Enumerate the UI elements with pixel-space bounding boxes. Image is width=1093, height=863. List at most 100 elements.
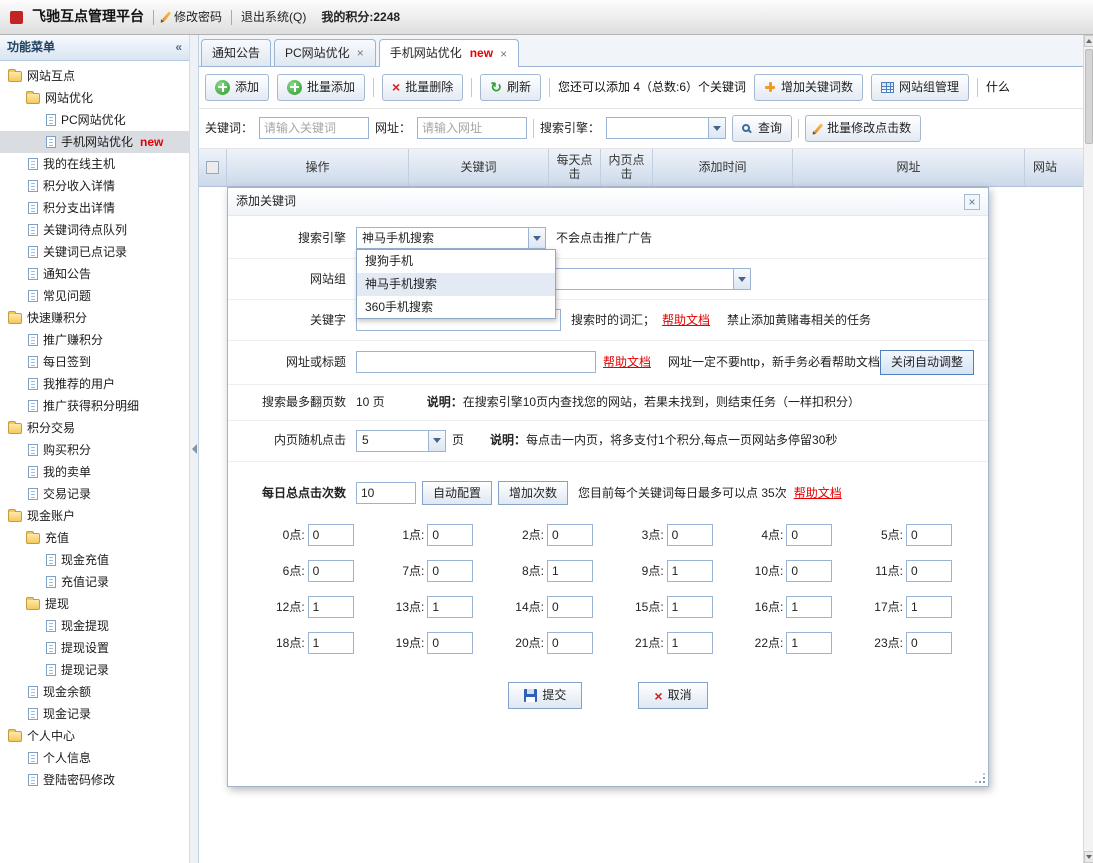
- batch-add-button[interactable]: 批量添加: [277, 74, 365, 101]
- daily-total-input[interactable]: [356, 482, 416, 504]
- sidebar-item[interactable]: 我推荐的用户: [0, 373, 189, 395]
- sidebar-item[interactable]: 个人中心: [0, 725, 189, 747]
- url-or-title-input[interactable]: [356, 351, 596, 373]
- collapse-sidebar-button[interactable]: «: [175, 39, 182, 56]
- sidebar-item[interactable]: 每日签到: [0, 351, 189, 373]
- submit-button[interactable]: 提交: [508, 682, 582, 709]
- sidebar-item[interactable]: 推广赚积分: [0, 329, 189, 351]
- help-what-link[interactable]: 什么: [986, 79, 1010, 96]
- tab-1[interactable]: PC网站优化×: [274, 39, 376, 66]
- sidebar-splitter[interactable]: [190, 35, 199, 863]
- sidebar-item[interactable]: 充值记录: [0, 571, 189, 593]
- hour-input[interactable]: [786, 524, 832, 546]
- sidebar-item[interactable]: 交易记录: [0, 483, 189, 505]
- scroll-up-button[interactable]: [1084, 35, 1093, 47]
- help-doc-link[interactable]: 帮助文档: [603, 354, 651, 371]
- hour-input[interactable]: [667, 524, 713, 546]
- hour-input[interactable]: [786, 596, 832, 618]
- sidebar-item[interactable]: PC网站优化: [0, 109, 189, 131]
- close-auto-adjust-button[interactable]: 关闭自动调整: [880, 350, 974, 375]
- hour-input[interactable]: [427, 596, 473, 618]
- hour-input[interactable]: [547, 524, 593, 546]
- sidebar-item[interactable]: 现金提现: [0, 615, 189, 637]
- dropdown-option[interactable]: 搜狗手机: [357, 250, 555, 273]
- hour-input[interactable]: [667, 596, 713, 618]
- sidebar-item[interactable]: 我的在线主机: [0, 153, 189, 175]
- engine-select[interactable]: 神马手机搜索 搜狗手机神马手机搜索360手机搜索: [356, 227, 546, 249]
- batch-delete-button[interactable]: × 批量删除: [382, 74, 463, 101]
- hour-input[interactable]: [427, 632, 473, 654]
- hour-input[interactable]: [906, 524, 952, 546]
- hour-input[interactable]: [786, 632, 832, 654]
- engine-filter-select[interactable]: [606, 117, 726, 139]
- sidebar-item[interactable]: 提现记录: [0, 659, 189, 681]
- sidebar-item[interactable]: 推广获得积分明细: [0, 395, 189, 417]
- sidebar-item[interactable]: 通知公告: [0, 263, 189, 285]
- chevron-down-icon[interactable]: [708, 118, 725, 138]
- url-filter-input[interactable]: [417, 117, 527, 139]
- select-all-checkbox[interactable]: [206, 161, 219, 174]
- hour-input[interactable]: [667, 632, 713, 654]
- scrollbar-thumb[interactable]: [1085, 49, 1093, 144]
- sidebar-item[interactable]: 积分交易: [0, 417, 189, 439]
- change-password-link[interactable]: 修改密码: [163, 9, 222, 26]
- query-button[interactable]: 查询: [732, 115, 792, 142]
- sidebar-item[interactable]: 网站优化: [0, 87, 189, 109]
- sidebar-item[interactable]: 个人信息: [0, 747, 189, 769]
- dropdown-option[interactable]: 360手机搜索: [357, 296, 555, 319]
- sidebar-item[interactable]: 关键词待点队列: [0, 219, 189, 241]
- tab-2[interactable]: 手机网站优化new×: [379, 39, 519, 67]
- sidebar-item[interactable]: 登陆密码修改: [0, 769, 189, 791]
- hour-input[interactable]: [667, 560, 713, 582]
- hour-input[interactable]: [308, 632, 354, 654]
- sidebar-item[interactable]: 现金记录: [0, 703, 189, 725]
- sidebar-item[interactable]: 现金余额: [0, 681, 189, 703]
- batch-modify-clicks-button[interactable]: 批量修改点击数: [805, 115, 921, 142]
- add-times-button[interactable]: 增加次数: [498, 481, 568, 506]
- inner-click-select[interactable]: 5: [356, 430, 446, 452]
- hour-input[interactable]: [906, 596, 952, 618]
- site-group-manage-button[interactable]: 网站组管理: [871, 74, 969, 101]
- increase-keywords-button[interactable]: 增加关键词数: [754, 74, 863, 101]
- sidebar-item[interactable]: 网站互点: [0, 65, 189, 87]
- sidebar-item[interactable]: 手机网站优化new: [0, 131, 189, 153]
- hour-input[interactable]: [547, 632, 593, 654]
- sidebar-item[interactable]: 关键词已点记录: [0, 241, 189, 263]
- sidebar-item[interactable]: 快速赚积分: [0, 307, 189, 329]
- refresh-button[interactable]: ↻ 刷新: [480, 74, 541, 101]
- vertical-scrollbar[interactable]: [1083, 35, 1093, 863]
- chevron-down-icon[interactable]: [528, 228, 545, 248]
- close-icon[interactable]: ×: [499, 48, 508, 60]
- resize-handle[interactable]: [983, 781, 985, 783]
- close-icon[interactable]: ×: [356, 47, 365, 59]
- tab-0[interactable]: 通知公告: [201, 39, 271, 66]
- sidebar-item[interactable]: 我的卖单: [0, 461, 189, 483]
- scroll-down-button[interactable]: [1084, 851, 1093, 863]
- chevron-down-icon[interactable]: [428, 431, 445, 451]
- hour-input[interactable]: [906, 560, 952, 582]
- hour-input[interactable]: [427, 560, 473, 582]
- sidebar-item[interactable]: 现金账户: [0, 505, 189, 527]
- hour-input[interactable]: [308, 560, 354, 582]
- hour-input[interactable]: [547, 560, 593, 582]
- sidebar-item[interactable]: 充值: [0, 527, 189, 549]
- add-button[interactable]: 添加: [205, 74, 269, 101]
- sidebar-item[interactable]: 提现: [0, 593, 189, 615]
- hour-input[interactable]: [906, 632, 952, 654]
- keyword-filter-input[interactable]: [259, 117, 369, 139]
- sidebar-item[interactable]: 购买积分: [0, 439, 189, 461]
- help-doc-link[interactable]: 帮助文档: [662, 312, 710, 329]
- sidebar-item[interactable]: 提现设置: [0, 637, 189, 659]
- hour-input[interactable]: [427, 524, 473, 546]
- logout-link[interactable]: 退出系统(Q): [241, 9, 306, 26]
- sidebar-item[interactable]: 现金充值: [0, 549, 189, 571]
- dropdown-option[interactable]: 神马手机搜索: [357, 273, 555, 296]
- sidebar-item[interactable]: 积分收入详情: [0, 175, 189, 197]
- hour-input[interactable]: [308, 596, 354, 618]
- sidebar-item[interactable]: 常见问题: [0, 285, 189, 307]
- sidebar-item[interactable]: 积分支出详情: [0, 197, 189, 219]
- auto-config-button[interactable]: 自动配置: [422, 481, 492, 506]
- hour-input[interactable]: [786, 560, 832, 582]
- cancel-button[interactable]: × 取消: [638, 682, 707, 709]
- hour-input[interactable]: [308, 524, 354, 546]
